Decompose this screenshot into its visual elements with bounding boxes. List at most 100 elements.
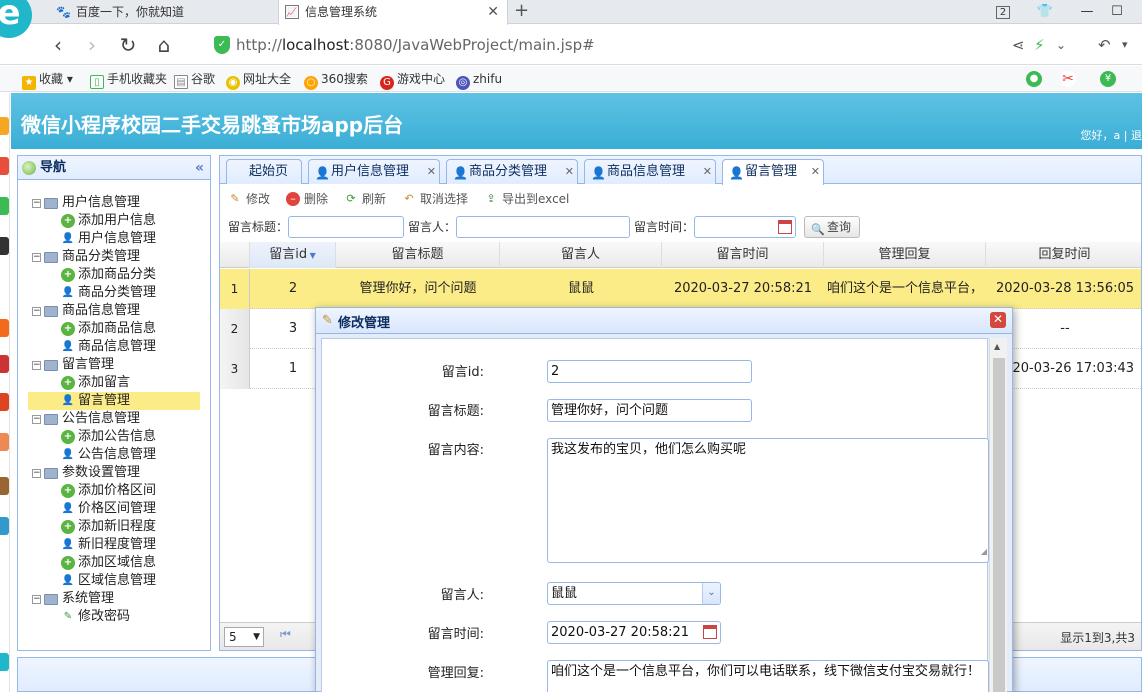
browser-tab-baidu[interactable]: 🐾 百度一下，你就知道: [50, 0, 276, 24]
content-tab[interactable]: 👤 留言管理 ✕: [722, 159, 824, 185]
nav-group[interactable]: − 商品信息管理: [18, 302, 210, 320]
bookmark-360-search[interactable]: ○ 360搜索: [304, 66, 368, 92]
field-content-textarea[interactable]: 我这发布的宝贝，他们怎么购买呢 ◢: [547, 438, 989, 563]
nav-item[interactable]: 👤 商品信息管理: [18, 338, 210, 356]
chevron-down-icon[interactable]: ⌄: [1056, 33, 1066, 57]
field-id-input[interactable]: 2: [547, 360, 752, 383]
nav-item[interactable]: + 添加商品信息: [18, 320, 210, 338]
column-header[interactable]: 管理回复: [824, 242, 986, 268]
field-reply-textarea[interactable]: 咱们这个是一个信息平台，你们可以电话联系，线下微信支付宝交易就行！: [547, 660, 989, 692]
chevron-down-icon[interactable]: ⌄: [702, 583, 720, 604]
nav-item[interactable]: 👤 区域信息管理: [18, 572, 210, 590]
nav-item[interactable]: + 添加公告信息: [18, 428, 210, 446]
calendar-icon[interactable]: [778, 220, 792, 234]
url-text[interactable]: http://localhost:8080/JavaWebProject/mai…: [236, 33, 595, 57]
search-title-input[interactable]: [288, 216, 404, 238]
nav-item[interactable]: + 添加区域信息: [18, 554, 210, 572]
column-header[interactable]: 留言时间: [662, 242, 824, 268]
nav-group[interactable]: − 商品分类管理: [18, 248, 210, 266]
currency-icon[interactable]: ¥: [1100, 71, 1116, 87]
resize-handle-icon[interactable]: ◢: [981, 543, 987, 561]
close-tab-icon[interactable]: ✕: [811, 160, 820, 184]
share-icon[interactable]: ⋖: [1012, 33, 1025, 57]
sidebar-app-icon[interactable]: [0, 197, 9, 215]
nav-group[interactable]: − 公告信息管理: [18, 410, 210, 428]
user-greeting[interactable]: 您好，a | 退: [1081, 127, 1142, 143]
nav-item[interactable]: ✎ 修改密码: [18, 608, 210, 626]
lightning-icon[interactable]: ⚡: [1034, 33, 1045, 57]
field-title-input[interactable]: 管理你好，问个问题: [547, 399, 752, 422]
nav-group[interactable]: − 用户信息管理: [18, 194, 210, 212]
nav-group[interactable]: − 参数设置管理: [18, 464, 210, 482]
sidebar-app-icon[interactable]: [0, 157, 9, 175]
collapse-toggle-icon[interactable]: −: [32, 469, 41, 478]
content-tab[interactable]: 起始页: [226, 159, 302, 184]
reload-icon[interactable]: ↻: [116, 33, 140, 57]
sidebar-app-icon[interactable]: [0, 355, 9, 373]
bookmark-directory[interactable]: ◉ 网址大全: [226, 66, 291, 92]
new-tab-button[interactable]: +: [514, 0, 529, 24]
search-person-input[interactable]: [456, 216, 630, 238]
forward-arrow-icon[interactable]: ›: [80, 33, 104, 57]
content-tab[interactable]: 👤 用户信息管理 ✕: [308, 159, 440, 184]
nav-group[interactable]: − 留言管理: [18, 356, 210, 374]
chat-icon[interactable]: ●: [1026, 71, 1042, 87]
nav-item[interactable]: 👤 商品分类管理: [18, 284, 210, 302]
collapse-toggle-icon[interactable]: −: [32, 415, 41, 424]
collapse-toggle-icon[interactable]: −: [32, 253, 41, 262]
bookmark-google[interactable]: ▤ 谷歌: [174, 66, 215, 92]
nav-item[interactable]: 👤 用户信息管理: [18, 230, 210, 248]
column-header[interactable]: 留言标题: [336, 242, 500, 268]
address-bar[interactable]: ✓ http://localhost:8080/JavaWebProject/m…: [212, 33, 1012, 57]
sidebar-app-icon[interactable]: [0, 237, 9, 255]
maximize-icon[interactable]: ☐: [1106, 0, 1128, 24]
home-icon[interactable]: ⌂: [152, 33, 176, 57]
sidebar-app-icon[interactable]: [0, 433, 9, 451]
sidebar-app-icon[interactable]: [0, 517, 9, 535]
scissors-icon[interactable]: ✂: [1060, 71, 1076, 87]
bookmark-mobile[interactable]: ▯ 手机收藏夹: [90, 66, 167, 92]
nav-item[interactable]: 👤 留言管理: [28, 392, 200, 410]
collapse-toggle-icon[interactable]: −: [32, 199, 41, 208]
query-button[interactable]: 🔍 查询: [804, 216, 860, 238]
collapse-left-icon[interactable]: «: [195, 156, 204, 180]
scrollbar-thumb[interactable]: [993, 358, 1005, 692]
refresh-button[interactable]: ⟳ 刷新: [344, 189, 386, 209]
nav-item[interactable]: 👤 价格区间管理: [18, 500, 210, 518]
scroll-up-icon[interactable]: ▲: [994, 342, 1000, 351]
nav-item[interactable]: + 添加新旧程度: [18, 518, 210, 536]
column-header[interactable]: 留言id ▼: [250, 242, 336, 268]
page-size-select[interactable]: ▼ 5: [224, 627, 264, 647]
nav-group[interactable]: − 系统管理: [18, 590, 210, 608]
shirt-icon[interactable]: 👕: [1034, 0, 1056, 24]
export-excel-button[interactable]: ⇪ 导出到excel: [484, 189, 569, 209]
sidebar-app-icon[interactable]: [0, 477, 9, 495]
sidebar-app-icon[interactable]: [0, 393, 9, 411]
collapse-toggle-icon[interactable]: −: [32, 307, 41, 316]
calendar-icon[interactable]: [703, 625, 717, 639]
close-tab-icon[interactable]: ✕: [427, 160, 436, 184]
collapse-toggle-icon[interactable]: −: [32, 361, 41, 370]
sidebar-app-icon[interactable]: [0, 319, 9, 337]
content-tab[interactable]: 👤 商品信息管理 ✕: [584, 159, 716, 184]
undo-icon[interactable]: ↶: [1098, 33, 1111, 57]
nav-item[interactable]: + 添加留言: [18, 374, 210, 392]
close-tab-icon[interactable]: ✕: [703, 160, 712, 184]
bookmark-favorites[interactable]: ★ 收藏 ▾: [22, 66, 73, 92]
unselect-button[interactable]: ↶ 取消选择: [402, 189, 468, 209]
nav-item[interactable]: + 添加商品分类: [18, 266, 210, 284]
nav-item[interactable]: 👤 公告信息管理: [18, 446, 210, 464]
edit-button[interactable]: ✎ 修改: [228, 189, 270, 209]
field-person-select[interactable]: 鼠鼠 ⌄: [547, 582, 721, 605]
chevron-down-icon[interactable]: ▾: [1122, 33, 1128, 57]
delete-button[interactable]: – 删除: [286, 189, 328, 209]
close-tab-icon[interactable]: ✕: [565, 160, 574, 184]
collapse-toggle-icon[interactable]: −: [32, 595, 41, 604]
column-header[interactable]: 留言人: [500, 242, 662, 268]
minimize-icon[interactable]: —: [1076, 0, 1098, 24]
close-tab-icon[interactable]: ✕: [487, 0, 499, 24]
table-row[interactable]: 1 2 管理你好，问个问题 鼠鼠 2020-03-27 20:58:21 咱们这个是一个信…: [220, 269, 1141, 309]
dialog-scrollbar[interactable]: ▲: [989, 338, 1007, 692]
bookmark-zhifu[interactable]: ◎ zhifu: [456, 66, 502, 92]
back-arrow-icon[interactable]: ‹: [46, 33, 70, 57]
